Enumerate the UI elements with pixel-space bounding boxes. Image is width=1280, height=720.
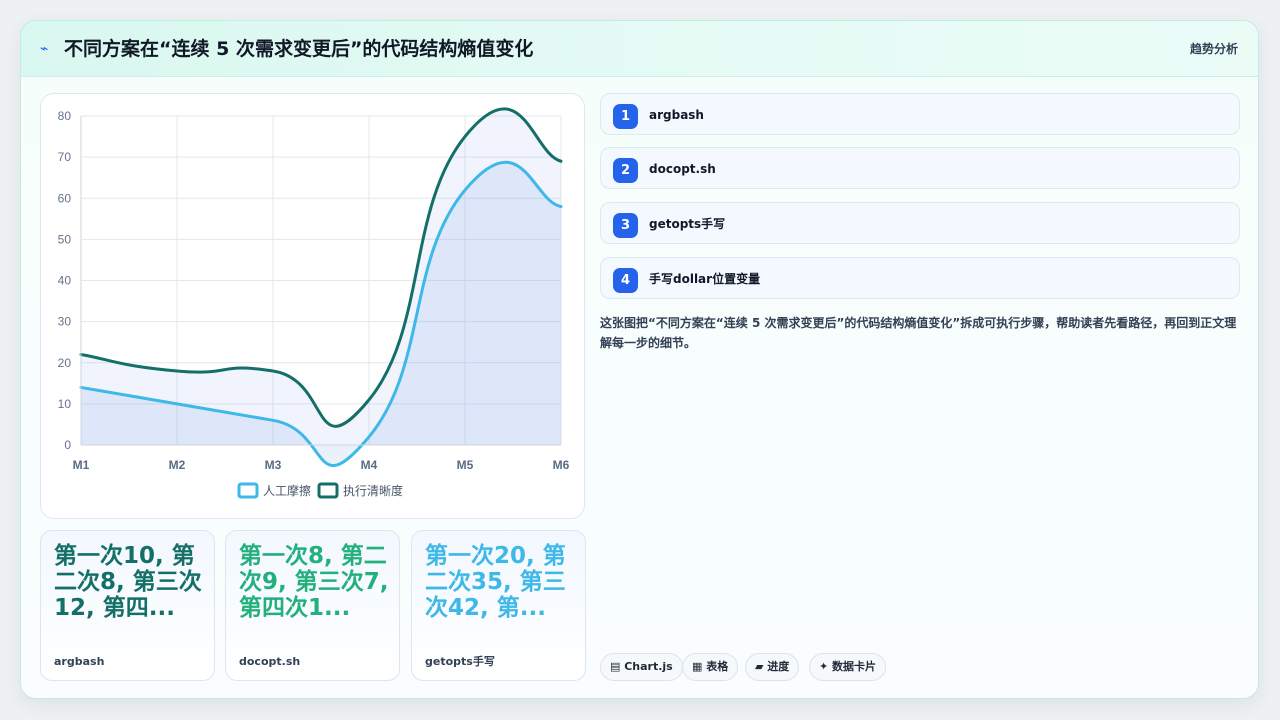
chart-panel: 0 10 20 30 40 50 60 70 80 M1 M2 M3 M4 M5 M6 人工摩擦 执行清晰度	[40, 93, 585, 519]
step-number-badge: 1	[613, 104, 638, 129]
x-tick-label: M2	[169, 458, 186, 472]
step-label: docopt.sh	[649, 162, 716, 176]
legend-swatch	[317, 482, 339, 499]
x-tick-label: M6	[553, 458, 570, 472]
y-tick-label: 70	[58, 150, 72, 164]
card-header: ⌁ 不同方案在“连续 5 次需求变更后”的代码结构熵值变化 趋势分析	[21, 21, 1258, 77]
stat-value: 第一次10, 第二次8, 第三次12, 第四...	[54, 543, 202, 621]
step-number-badge: 2	[613, 158, 638, 183]
trend-icon: ⌁	[40, 41, 49, 57]
step-item-3[interactable]: 3 getopts手写	[600, 202, 1240, 244]
main-card: ⌁ 不同方案在“连续 5 次需求变更后”的代码结构熵值变化 趋势分析 0 10 20…	[20, 20, 1259, 699]
legend-label: 执行清晰度	[343, 483, 403, 498]
legend-swatch	[237, 482, 259, 499]
step-label: argbash	[649, 108, 704, 122]
step-item-4[interactable]: 4 手写dollar位置变量	[600, 257, 1240, 299]
chip-data-card[interactable]: ✦ 数据卡片	[809, 653, 887, 681]
step-number-badge: 4	[613, 268, 638, 293]
stat-label: docopt.sh	[239, 655, 301, 668]
chip-chartjs[interactable]: ▤ Chart.js	[600, 653, 683, 681]
y-tick-label: 40	[58, 274, 72, 288]
page-title: 不同方案在“连续 5 次需求变更后”的代码结构熵值变化	[64, 38, 534, 60]
chip-table[interactable]: ▦ 表格	[682, 653, 739, 681]
x-tick-label: M3	[265, 458, 282, 472]
y-tick-label: 0	[64, 438, 71, 452]
y-tick-label: 20	[58, 356, 72, 370]
step-label: 手写dollar位置变量	[649, 272, 761, 286]
stat-label: argbash	[54, 655, 105, 668]
stat-label: getopts手写	[425, 655, 495, 668]
y-tick-label: 80	[58, 109, 72, 123]
y-tick-label: 10	[58, 397, 72, 411]
stat-value: 第一次20, 第二次35, 第三次42, 第...	[425, 543, 566, 621]
step-label: getopts手写	[649, 217, 726, 231]
line-chart: 0 10 20 30 40 50 60 70 80 M1 M2 M3 M4 M5 M6 人工摩擦 执行清晰度	[58, 107, 570, 499]
stat-value: 第一次8, 第二次9, 第三次7, 第四次1...	[239, 543, 389, 621]
x-tick-label: M5	[457, 458, 474, 472]
stat-card-docopt: 第一次8, 第二次9, 第三次7, 第四次1... docopt.sh	[225, 530, 400, 681]
stat-card-argbash: 第一次10, 第二次8, 第三次12, 第四... argbash	[40, 530, 215, 681]
stat-card-getopts: 第一次20, 第二次35, 第三次42, 第... getopts手写	[411, 530, 586, 681]
y-tick-label: 30	[58, 315, 72, 329]
x-tick-label: M1	[73, 458, 90, 472]
step-item-1[interactable]: 1 argbash	[600, 93, 1240, 135]
y-tick-label: 50	[58, 232, 72, 246]
x-tick-label: M4	[361, 458, 378, 472]
chip-progress[interactable]: ▰ 进度	[745, 653, 800, 681]
trend-analysis-tag[interactable]: 趋势分析	[1190, 40, 1238, 58]
step-number-badge: 3	[613, 213, 638, 238]
step-item-2[interactable]: 2 docopt.sh	[600, 147, 1240, 189]
y-tick-label: 60	[58, 191, 72, 205]
legend-label: 人工摩擦	[263, 483, 311, 498]
chart-description: 这张图把“不同方案在“连续 5 次需求变更后”的代码结构熵值变化”拆成可执行步骤…	[600, 316, 1237, 350]
